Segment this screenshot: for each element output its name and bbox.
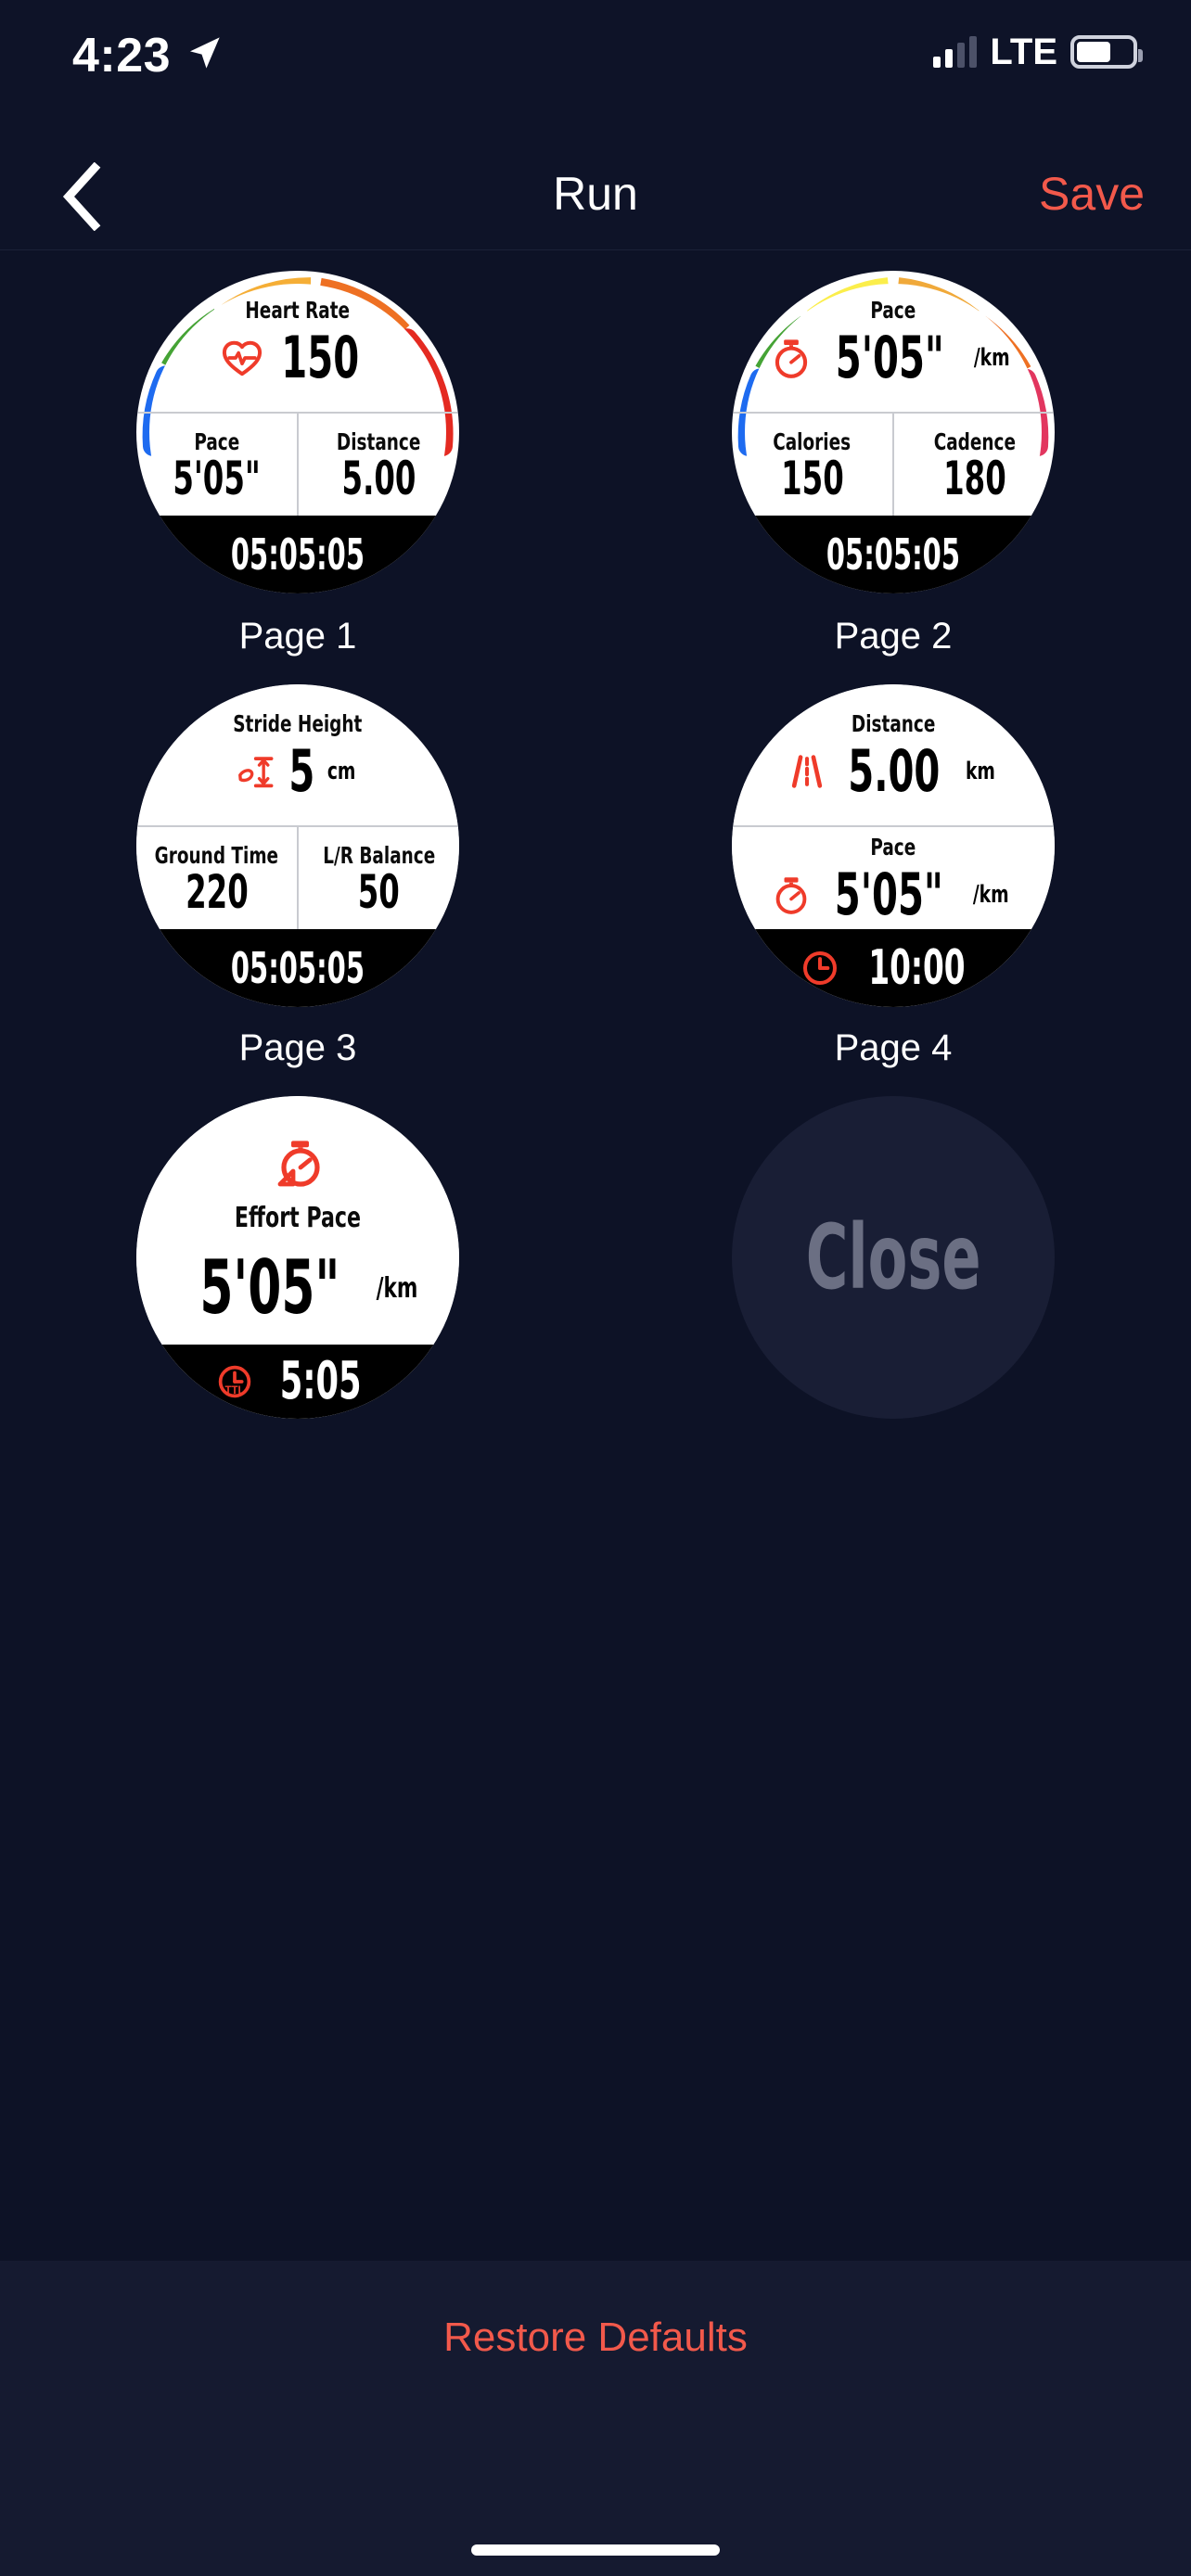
metric-unit: /km bbox=[377, 1272, 418, 1305]
timer-value: 05:05:05 bbox=[231, 947, 365, 989]
status-bar-time: 4:23 bbox=[72, 28, 171, 83]
secondary-metrics-2: Calories 150 Cadence 180 bbox=[732, 412, 1055, 516]
status-bar-indicators: LTE bbox=[933, 26, 1137, 78]
metric-value: 5.00 bbox=[848, 743, 940, 800]
road-icon bbox=[788, 753, 826, 790]
page-card-4[interactable]: Distance 5.00 km bbox=[596, 664, 1191, 1076]
metric-value: 5.00 bbox=[342, 455, 416, 502]
watch-face-5[interactable]: Effort Pace 5'05" /km TTL 5:05 bbox=[136, 1096, 459, 1419]
timer-band-3: 05:05:05 bbox=[136, 929, 459, 1007]
watch-face-grid: Heart Rate 150 Pace 5'05" bbox=[0, 252, 1191, 2261]
heart-pulse-icon bbox=[222, 339, 263, 376]
primary-metric-5: Effort Pace 5'05" /km bbox=[136, 1096, 459, 1345]
timer-value: 5:05 bbox=[280, 1356, 362, 1408]
metric-value: 150 bbox=[781, 455, 844, 502]
metric-value: 150 bbox=[281, 329, 359, 387]
signal-bars-icon bbox=[933, 36, 977, 68]
close-button[interactable]: Close bbox=[732, 1096, 1055, 1419]
metric-label: Distance bbox=[852, 710, 935, 737]
page-caption-1: Page 1 bbox=[0, 616, 596, 657]
page-caption-4: Page 4 bbox=[596, 1027, 1191, 1069]
ttl-clock-icon: TTL bbox=[216, 1363, 253, 1400]
secondary-metric-cell: Calories 150 bbox=[732, 414, 892, 516]
watch-face-4[interactable]: Distance 5.00 km bbox=[732, 684, 1055, 1007]
battery-icon bbox=[1070, 35, 1137, 69]
timer-value: 05:05:05 bbox=[826, 533, 960, 576]
timer-band-1: 05:05:05 bbox=[136, 516, 459, 593]
location-arrow-icon bbox=[186, 32, 223, 74]
metric-value: 5 bbox=[289, 743, 315, 800]
watch-face-3[interactable]: Stride Height 5 cm bbox=[136, 684, 459, 1007]
secondary-metric-cell: Distance 5.00 bbox=[297, 414, 459, 516]
restore-defaults-button[interactable]: Restore Defaults bbox=[0, 2315, 1191, 2361]
secondary-metric-cell: Ground Time 220 bbox=[136, 827, 297, 929]
page-card-5[interactable]: Effort Pace 5'05" /km TTL 5:05 bbox=[0, 1076, 596, 1487]
metric-label: Pace bbox=[871, 834, 916, 861]
clock-icon bbox=[801, 950, 839, 987]
nav-bar: Run Save bbox=[0, 139, 1191, 250]
metric-unit: km bbox=[966, 758, 995, 785]
svg-text:TTL: TTL bbox=[225, 1385, 245, 1396]
metric-unit: /km bbox=[974, 344, 1010, 372]
watch-face-2[interactable]: Pace 5'05" /km Calories bbox=[732, 271, 1055, 593]
page-card-2[interactable]: Pace 5'05" /km Calories bbox=[596, 252, 1191, 664]
secondary-metrics-1: Pace 5'05" Distance 5.00 bbox=[136, 412, 459, 516]
page-card-3[interactable]: Stride Height 5 cm bbox=[0, 664, 596, 1076]
metric-label: Pace bbox=[871, 297, 916, 324]
page-title: Run bbox=[0, 167, 1191, 221]
carrier-label: LTE bbox=[990, 32, 1057, 73]
stopwatch-icon bbox=[772, 338, 811, 378]
page-caption-2: Page 2 bbox=[596, 616, 1191, 657]
page-caption-3: Page 3 bbox=[0, 1027, 596, 1069]
save-button[interactable]: Save bbox=[1039, 167, 1145, 221]
metric-unit: cm bbox=[327, 758, 356, 785]
metric-value: 5'05" bbox=[200, 1251, 340, 1325]
metric-label: Stride Height bbox=[233, 710, 362, 737]
secondary-metric-cell: Cadence 180 bbox=[892, 414, 1055, 516]
metric-unit: /km bbox=[973, 881, 1009, 909]
metric-value: 180 bbox=[943, 455, 1006, 502]
metric-value: 220 bbox=[186, 869, 249, 915]
watch-face-1[interactable]: Heart Rate 150 Pace 5'05" bbox=[136, 271, 459, 593]
metric-value: 5'05" bbox=[836, 329, 944, 387]
timer-band-4: 10:00 bbox=[732, 929, 1055, 1007]
metric-label: Heart Rate bbox=[246, 297, 351, 324]
timer-band-2: 05:05:05 bbox=[732, 516, 1055, 593]
secondary-metrics-3: Ground Time 220 L/R Balance 50 bbox=[136, 825, 459, 929]
close-card[interactable]: Close bbox=[596, 1076, 1191, 1487]
secondary-metric-cell: Pace 5'05" /km bbox=[732, 827, 1055, 929]
secondary-metric-cell: L/R Balance 50 bbox=[297, 827, 459, 929]
metric-value: 50 bbox=[358, 869, 400, 915]
primary-metric-1: Heart Rate 150 bbox=[136, 271, 459, 412]
stopwatch-icon bbox=[773, 875, 810, 914]
primary-metric-3: Stride Height 5 cm bbox=[136, 684, 459, 825]
metric-label: Effort Pace bbox=[235, 1202, 361, 1234]
close-label: Close bbox=[806, 1205, 981, 1309]
effort-pace-icon bbox=[272, 1139, 324, 1191]
metric-value: 5'05" bbox=[835, 866, 943, 924]
status-bar: 4:23 LTE bbox=[0, 0, 1191, 139]
timer-value: 10:00 bbox=[868, 944, 965, 992]
metric-value: 5'05" bbox=[173, 455, 260, 502]
stride-height-icon bbox=[236, 753, 280, 790]
home-indicator[interactable] bbox=[471, 2544, 720, 2556]
primary-metric-2: Pace 5'05" /km bbox=[732, 271, 1055, 412]
primary-metric-4: Distance 5.00 km bbox=[732, 684, 1055, 825]
timer-band-5: TTL 5:05 bbox=[136, 1345, 459, 1419]
secondary-metrics-4: Pace 5'05" /km bbox=[732, 825, 1055, 929]
secondary-metric-cell: Pace 5'05" bbox=[136, 414, 297, 516]
page-card-1[interactable]: Heart Rate 150 Pace 5'05" bbox=[0, 252, 596, 664]
timer-value: 05:05:05 bbox=[231, 533, 365, 576]
footer-bar: Restore Defaults bbox=[0, 2261, 1191, 2576]
